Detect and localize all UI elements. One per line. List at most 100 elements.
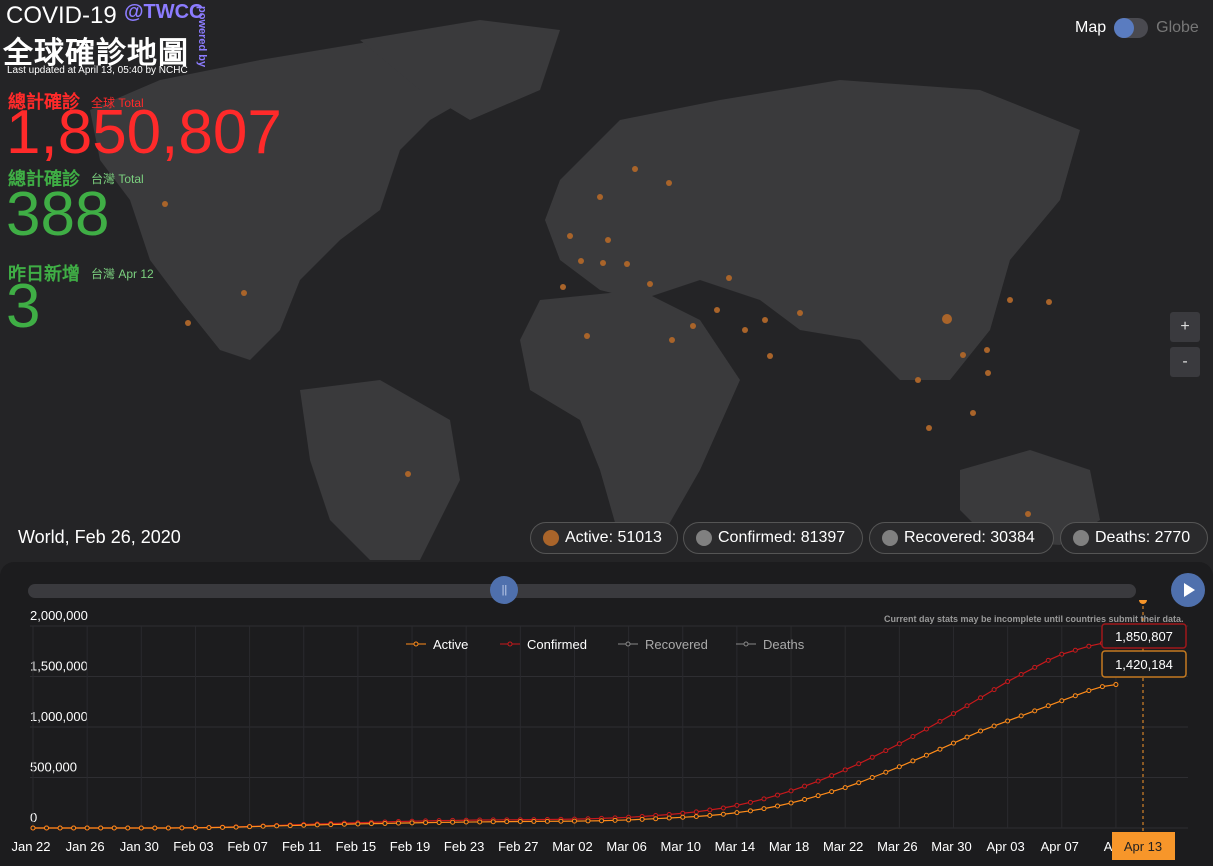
confirmed-point xyxy=(815,778,821,784)
recovered-pill-label: Recovered: 30384 xyxy=(904,529,1035,546)
active-point xyxy=(314,822,320,828)
active-point xyxy=(1018,713,1024,719)
x-tick-label: Mar 26 xyxy=(877,839,917,854)
global-total-value: 1,850,807 xyxy=(6,98,282,167)
active-point xyxy=(910,758,916,764)
recovered-dot-icon xyxy=(882,530,898,546)
confirmed-point xyxy=(842,767,848,773)
active-point xyxy=(585,818,591,824)
south-america-shape xyxy=(300,380,460,560)
active-point xyxy=(423,820,429,826)
active-point xyxy=(233,824,239,830)
active-point xyxy=(490,819,496,825)
active-point xyxy=(720,811,726,817)
active-point xyxy=(409,820,415,826)
timeline-slider-track[interactable] xyxy=(28,584,1136,598)
active-point xyxy=(477,819,483,825)
active-point xyxy=(1059,698,1065,704)
active-point xyxy=(978,728,984,734)
active-point xyxy=(991,723,997,729)
active-point xyxy=(869,775,875,780)
confirmed-point xyxy=(923,726,929,732)
active-point xyxy=(1086,688,1092,694)
confirmed-point xyxy=(964,703,970,709)
zoom-out-button[interactable]: - xyxy=(1170,347,1200,377)
app-title: COVID-19 xyxy=(6,2,117,29)
globe-view-label[interactable]: Globe xyxy=(1156,19,1199,37)
cases-line-chart[interactable]: 2,000,000 1,500,000 1,000,000 500,000 0 Jan 2… xyxy=(0,600,1213,866)
deaths-dot-icon xyxy=(1073,530,1089,546)
yesterday-new-sub: 台灣 Apr 12 xyxy=(91,267,154,281)
highlight-point xyxy=(1139,600,1147,604)
legend-label: Recovered xyxy=(645,637,708,652)
active-point xyxy=(71,825,77,831)
deaths-pill[interactable]: Deaths: 2770 xyxy=(1060,522,1208,554)
selected-date-label: World, Feb 26, 2020 xyxy=(18,527,181,547)
active-point xyxy=(937,746,943,752)
x-tick-label: Jan 22 xyxy=(11,839,50,854)
x-tick-label: Mar 06 xyxy=(606,839,646,854)
active-point xyxy=(287,823,293,829)
world-map[interactable] xyxy=(0,0,1213,560)
legend-marker xyxy=(413,641,419,647)
confirmed-point xyxy=(788,788,794,794)
confirmed-pill[interactable]: Confirmed: 81397 xyxy=(683,522,863,554)
active-point xyxy=(923,752,929,758)
x-tick-label: Feb 23 xyxy=(444,839,484,854)
confirmed-point xyxy=(896,741,902,747)
x-tick-label: Feb 03 xyxy=(173,839,213,854)
active-point xyxy=(558,818,564,824)
active-point xyxy=(436,819,442,825)
view-toggle-group: Map Globe xyxy=(1075,18,1199,38)
active-point xyxy=(802,797,808,803)
active-point xyxy=(842,785,848,791)
map-globe-toggle[interactable] xyxy=(1114,18,1149,38)
y-tick-label: 500,000 xyxy=(30,760,77,775)
confirmed-point xyxy=(950,711,956,717)
active-point xyxy=(382,820,388,826)
active-point xyxy=(1032,708,1038,714)
confirmed-point xyxy=(1032,664,1038,670)
active-point xyxy=(247,824,253,830)
active-point xyxy=(639,816,645,822)
active-point xyxy=(517,819,523,825)
active-point xyxy=(1099,684,1105,690)
recovered-pill[interactable]: Recovered: 30384 xyxy=(869,522,1054,554)
x-tick-label: Mar 30 xyxy=(931,839,971,854)
legend-marker xyxy=(743,641,749,647)
active-point xyxy=(626,817,632,823)
active-point xyxy=(260,823,266,829)
active-point xyxy=(571,818,577,824)
x-tick-label: Mar 22 xyxy=(823,839,863,854)
active-point xyxy=(599,818,605,824)
confirmed-point xyxy=(883,748,889,754)
legend-label: Deaths xyxy=(763,637,805,652)
y-tick-label: 0 xyxy=(30,810,37,825)
highlight-date-label: Apr 13 xyxy=(1124,839,1162,854)
confirmed-point xyxy=(707,807,713,813)
zoom-in-button[interactable]: + xyxy=(1170,312,1200,342)
x-tick-label: Feb 27 xyxy=(498,839,538,854)
brand-link[interactable]: @TWCC xyxy=(124,1,203,24)
active-pill[interactable]: Active: 51013 xyxy=(530,522,678,554)
x-tick-label: Jan 30 xyxy=(120,839,159,854)
x-tick-label: Apr 07 xyxy=(1041,839,1079,854)
y-tick-label: 1,500,000 xyxy=(30,659,88,674)
x-tick-label: Jan 26 xyxy=(66,839,105,854)
confirmed-point xyxy=(802,783,808,789)
active-point xyxy=(761,806,767,812)
confirmed-point xyxy=(829,773,835,779)
active-point xyxy=(111,825,117,831)
confirmed-point xyxy=(1018,671,1024,677)
active-point xyxy=(301,822,307,828)
confirmed-point xyxy=(693,809,699,815)
active-point xyxy=(883,769,889,775)
active-point xyxy=(531,818,537,824)
active-point xyxy=(152,825,158,831)
active-point xyxy=(1072,693,1078,699)
map-view-label[interactable]: Map xyxy=(1075,19,1106,37)
active-point xyxy=(1045,703,1051,709)
toggle-knob xyxy=(1114,18,1135,38)
active-point xyxy=(747,808,753,814)
confirmed-point xyxy=(1045,657,1051,663)
